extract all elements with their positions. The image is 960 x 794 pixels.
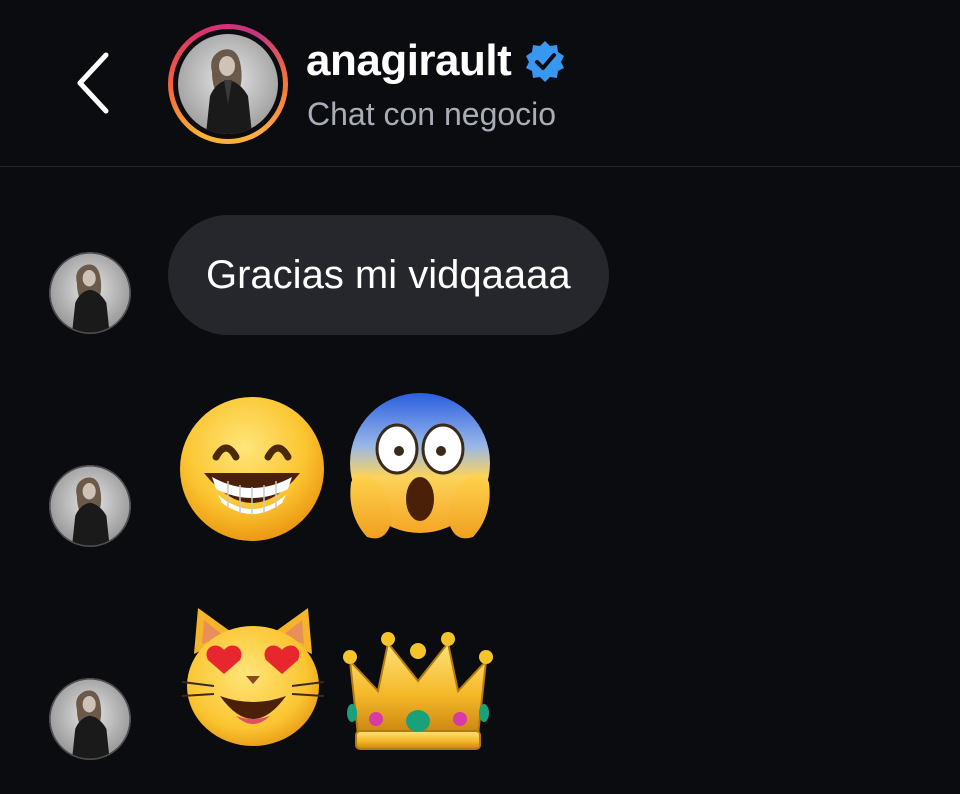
chat-header: anagirault Chat con negocio	[0, 0, 960, 167]
chat-screen: anagirault Chat con negocio Gracias mi v…	[0, 0, 960, 794]
header-title[interactable]: anagirault	[306, 34, 567, 88]
username: anagirault	[306, 36, 512, 85]
chat-subtitle: Chat con negocio	[307, 96, 557, 132]
profile-photo-icon	[49, 465, 131, 547]
profile-photo-icon	[178, 34, 278, 134]
crown-icon[interactable]	[342, 627, 494, 755]
grinning-face-with-smiling-eyes-icon[interactable]	[178, 395, 326, 543]
sender-avatar[interactable]	[49, 465, 131, 547]
sender-avatar[interactable]	[49, 678, 131, 760]
smiling-cat-with-heart-eyes-icon[interactable]	[180, 604, 326, 750]
chevron-left-icon	[77, 52, 109, 114]
back-button[interactable]	[64, 46, 124, 120]
verified-badge-icon	[526, 41, 565, 82]
header-avatar[interactable]	[168, 24, 288, 144]
message-text: Gracias mi vidqaaaa	[206, 252, 571, 297]
profile-photo-icon	[49, 678, 131, 760]
sender-avatar[interactable]	[49, 252, 131, 334]
profile-photo-icon	[49, 252, 131, 334]
message-bubble[interactable]: Gracias mi vidqaaaa	[168, 215, 609, 335]
face-screaming-in-fear-icon[interactable]	[345, 391, 495, 543]
